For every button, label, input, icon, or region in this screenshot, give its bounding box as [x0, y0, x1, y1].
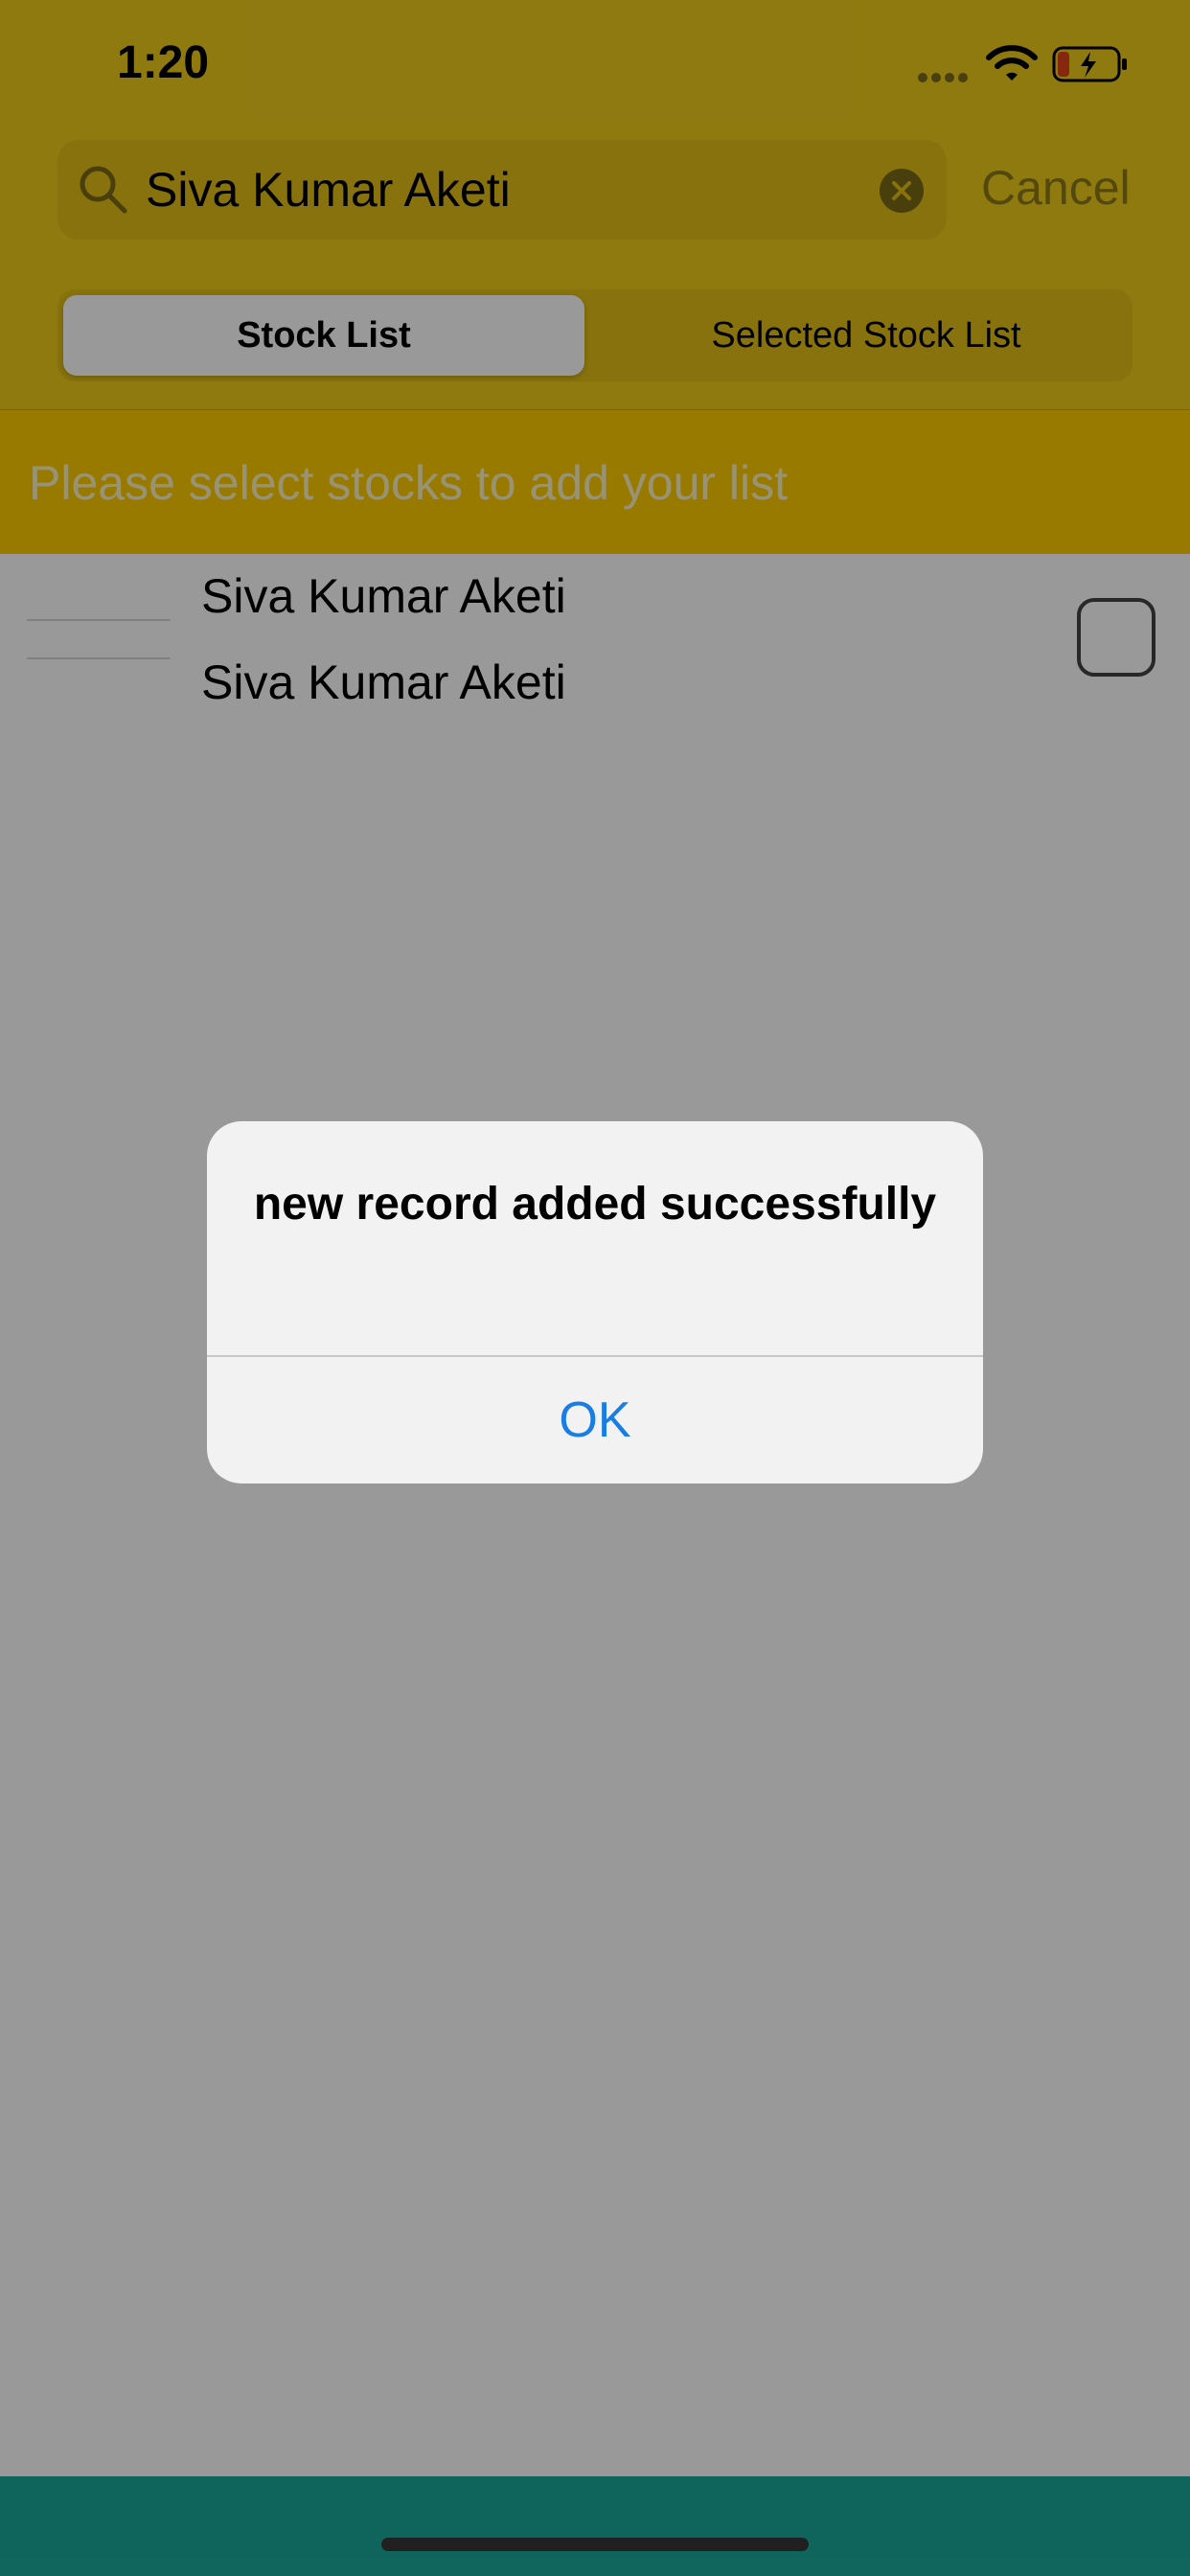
home-indicator[interactable]	[381, 2538, 809, 2551]
alert-dialog: new record added successfully OK	[207, 1121, 983, 1484]
app-screen: 1:20 Siva Kumar Aketi Cancel Stock List …	[0, 0, 1190, 2576]
alert-message: new record added successfully	[253, 1179, 937, 1230]
ok-button[interactable]: OK	[207, 1357, 983, 1484]
